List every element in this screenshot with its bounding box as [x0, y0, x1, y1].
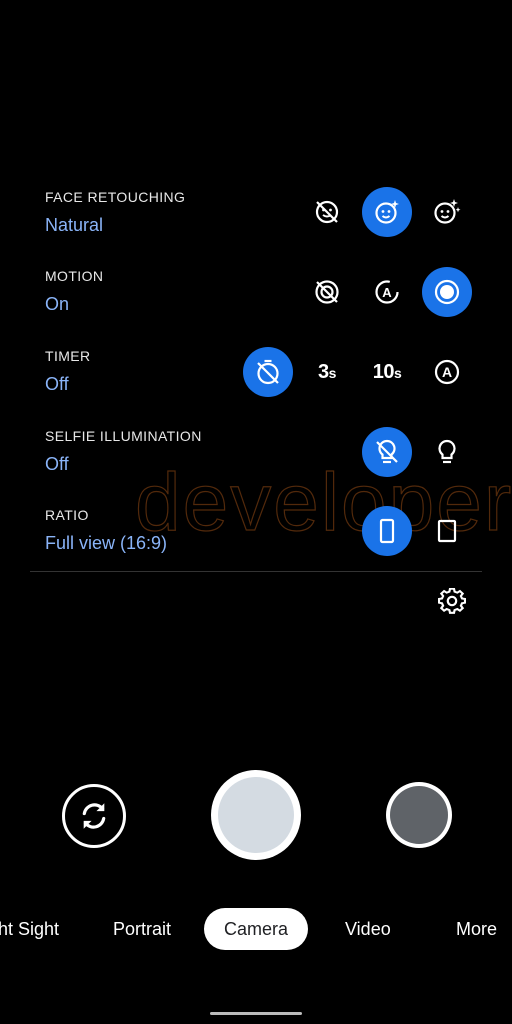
motion-off-icon [315, 280, 339, 304]
face-retouch-natural-button[interactable] [362, 187, 412, 237]
face-retouch-natural-icon [375, 200, 399, 224]
motion-auto-button[interactable]: A [362, 267, 412, 317]
timer-10s-number: 10 [372, 360, 395, 383]
setting-timer: TIMER Off [45, 347, 91, 395]
gallery-thumbnail[interactable] [386, 782, 452, 848]
ratio-full-button[interactable] [362, 506, 412, 556]
setting-value: Full view (16:9) [45, 533, 168, 553]
setting-face-retouching: FACE RETOUCHING Natural [45, 188, 185, 236]
setting-label: SELFIE ILLUMINATION [45, 428, 202, 444]
timer-3s-label: 3s [318, 361, 336, 384]
motion-auto-icon: A [375, 280, 399, 304]
timer-3s-button[interactable]: 3s [302, 347, 352, 397]
illumination-off-icon [376, 439, 398, 464]
timer-3s-unit: s [328, 364, 337, 381]
mode-video[interactable]: Video [345, 917, 391, 941]
motion-on-icon [434, 279, 460, 305]
mode-portrait[interactable]: Portrait [113, 917, 171, 941]
svg-text:A: A [442, 364, 452, 380]
divider [30, 571, 482, 572]
switch-camera-button[interactable] [62, 784, 126, 848]
illumination-on-icon [438, 439, 456, 464]
ratio-full-icon [379, 518, 395, 544]
setting-label: TIMER [45, 348, 91, 364]
timer-off-icon [257, 359, 279, 385]
setting-ratio: RATIO Full view (16:9) [45, 506, 167, 554]
ratio-4-3-button[interactable] [422, 506, 472, 556]
timer-3s-number: 3 [318, 360, 329, 383]
timer-10s-label: 10s [373, 361, 402, 384]
timer-10s-button[interactable]: 10s [362, 347, 412, 397]
svg-text:A: A [382, 285, 392, 300]
thumbnail-image [390, 786, 448, 844]
timer-auto-button[interactable]: A [422, 347, 472, 397]
timer-off-button[interactable] [243, 347, 293, 397]
setting-value: On [45, 294, 70, 314]
switch-camera-icon [82, 803, 106, 829]
settings-button[interactable] [432, 582, 472, 622]
mode-camera[interactable]: Camera [204, 908, 309, 950]
motion-off-button[interactable] [302, 267, 352, 317]
setting-label: FACE RETOUCHING [45, 189, 186, 205]
home-indicator[interactable] [210, 1012, 302, 1015]
ratio-4-3-icon [437, 519, 457, 543]
mode-more[interactable]: More [456, 917, 497, 941]
settings-gear-icon [438, 588, 466, 614]
motion-on-button[interactable] [422, 267, 472, 317]
mode-night-sight[interactable]: ht Sight [0, 917, 59, 941]
setting-motion: MOTION On [45, 267, 103, 315]
setting-label: RATIO [45, 507, 89, 523]
timer-10s-unit: s [393, 364, 402, 381]
setting-value: Natural [45, 215, 104, 235]
setting-value: Off [45, 374, 69, 394]
illumination-on-button[interactable] [422, 427, 472, 477]
setting-selfie-illumination: SELFIE ILLUMINATION Off [45, 427, 202, 475]
shutter-button[interactable] [211, 770, 301, 860]
setting-value: Off [45, 454, 69, 474]
setting-label: MOTION [45, 268, 104, 284]
illumination-off-button[interactable] [362, 427, 412, 477]
face-retouch-off-icon [315, 200, 339, 224]
face-retouch-smooth-button[interactable] [422, 187, 472, 237]
face-retouch-off-button[interactable] [302, 187, 352, 237]
shutter-inner [218, 777, 294, 853]
timer-auto-icon: A [434, 359, 460, 385]
face-retouch-smooth-icon [434, 199, 461, 224]
